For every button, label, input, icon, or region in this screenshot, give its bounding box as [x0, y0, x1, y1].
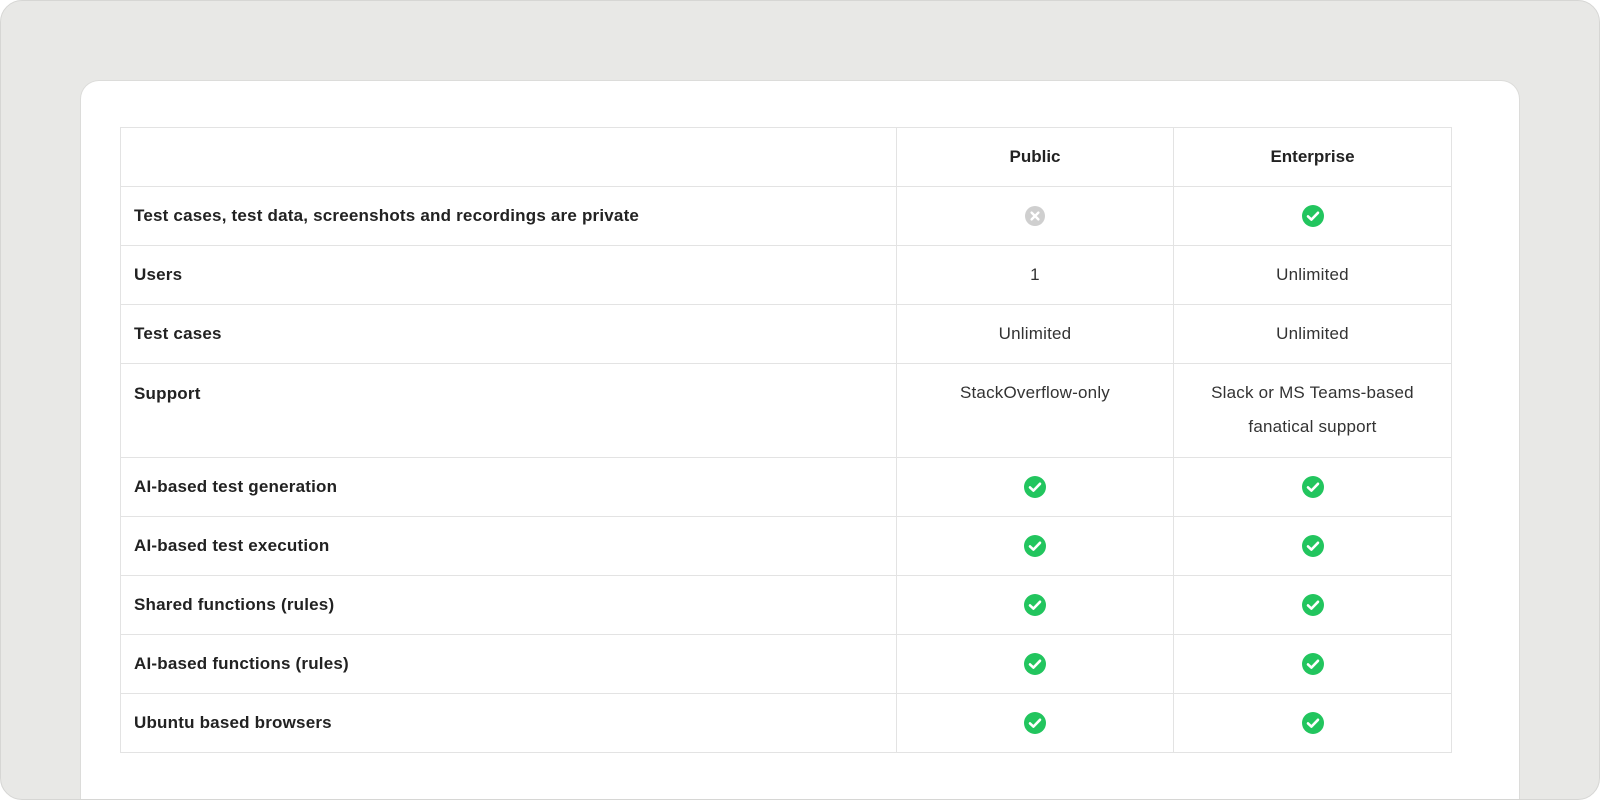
check-circle-icon — [1023, 475, 1047, 499]
cross-circle-icon — [1023, 204, 1047, 228]
feature-label-shared-functions-rules: Shared functions (rules) — [120, 575, 897, 635]
public-cell: 1 — [896, 245, 1174, 305]
check-circle-icon — [1301, 534, 1325, 558]
public-cell — [896, 186, 1174, 246]
check-circle-icon — [1301, 475, 1325, 499]
public-cell — [896, 516, 1174, 576]
plan-comparison-table: Public Enterprise Test cases, test data,… — [120, 127, 1452, 753]
feature-label-ai-based-test-generation: AI-based test generation — [120, 457, 897, 517]
screenshot-frame: Public Enterprise Test cases, test data,… — [0, 0, 1600, 800]
enterprise-cell: Unlimited — [1173, 245, 1452, 305]
check-circle-icon — [1023, 711, 1047, 735]
feature-label-test-cases: Test cases — [120, 304, 897, 364]
table-header-row: Public Enterprise — [120, 127, 1452, 187]
enterprise-value: Unlimited — [1276, 265, 1349, 284]
feature-label-ai-based-test-execution: AI-based test execution — [120, 516, 897, 576]
table-row: Users 1 Unlimited — [120, 245, 1452, 305]
enterprise-cell — [1173, 516, 1452, 576]
enterprise-cell — [1173, 575, 1452, 635]
table-row: Test cases, test data, screenshots and r… — [120, 186, 1452, 246]
feature-label-test-cases-test-data-screenshots-and-recordings-are-private: Test cases, test data, screenshots and r… — [120, 186, 897, 246]
check-circle-icon — [1023, 593, 1047, 617]
table-row: Ubuntu based browsers — [120, 693, 1452, 753]
enterprise-value: Unlimited — [1276, 324, 1349, 343]
check-circle-icon — [1301, 204, 1325, 228]
enterprise-cell — [1173, 693, 1452, 753]
public-cell — [896, 634, 1174, 694]
public-cell: Unlimited — [896, 304, 1174, 364]
enterprise-cell — [1173, 634, 1452, 694]
enterprise-cell — [1173, 457, 1452, 517]
feature-label-support: Support — [120, 363, 897, 458]
enterprise-cell — [1173, 186, 1452, 246]
public-value: StackOverflow-only — [959, 383, 1111, 402]
enterprise-value: Slack or MS Teams-based fanatical suppor… — [1211, 383, 1414, 436]
public-cell — [896, 457, 1174, 517]
table-row: AI-based test execution — [120, 516, 1452, 576]
enterprise-cell: Slack or MS Teams-based fanatical suppor… — [1173, 363, 1452, 458]
feature-label-users: Users — [120, 245, 897, 305]
table-row: Shared functions (rules) — [120, 575, 1452, 635]
feature-label-ubuntu-based-browsers: Ubuntu based browsers — [120, 693, 897, 753]
public-value: Unlimited — [998, 324, 1072, 343]
public-cell — [896, 693, 1174, 753]
table-row: Test cases Unlimited Unlimited — [120, 304, 1452, 364]
header-feature — [120, 127, 897, 187]
enterprise-cell: Unlimited — [1173, 304, 1452, 364]
feature-label-ai-based-functions-rules: AI-based functions (rules) — [120, 634, 897, 694]
check-circle-icon — [1301, 652, 1325, 676]
header-public: Public — [896, 127, 1174, 187]
check-circle-icon — [1023, 652, 1047, 676]
public-cell: StackOverflow-only — [896, 363, 1174, 458]
table-row: Support StackOverflow-only Slack or MS Tea… — [120, 363, 1452, 458]
check-circle-icon — [1301, 711, 1325, 735]
table-row: AI-based functions (rules) — [120, 634, 1452, 694]
table-row: AI-based test generation — [120, 457, 1452, 517]
public-cell — [896, 575, 1174, 635]
check-circle-icon — [1023, 534, 1047, 558]
comparison-card: Public Enterprise Test cases, test data,… — [81, 81, 1519, 799]
public-value: 1 — [1030, 265, 1040, 284]
header-enterprise: Enterprise — [1173, 127, 1452, 187]
check-circle-icon — [1301, 593, 1325, 617]
